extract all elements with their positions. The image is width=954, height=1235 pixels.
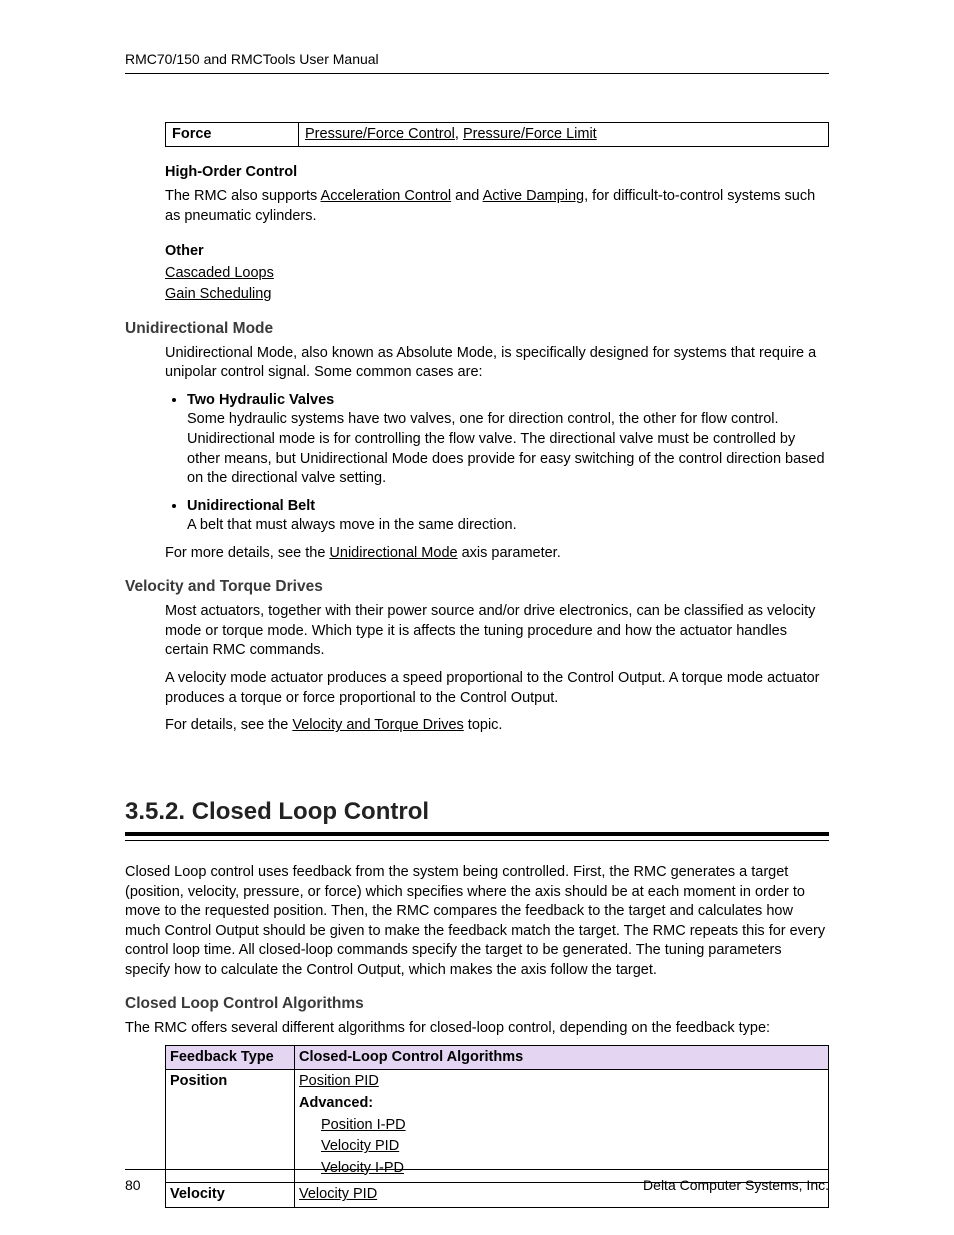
link-pressure-force-limit[interactable]: Pressure/Force Limit [463,126,597,142]
case-two-valves: Two Hydraulic Valves Some hydraulic syst… [187,391,829,489]
force-table: Force Pressure/Force Control, Pressure/F… [165,122,829,148]
other-heading: Other [165,242,829,262]
algo-th-feedback: Feedback Type [166,1045,295,1070]
footer-rule [125,1169,829,1170]
high-order-heading: High-Order Control [165,163,829,183]
advanced-label: Advanced: [299,1094,824,1114]
running-header: RMC70/150 and RMCTools User Manual [125,50,829,69]
link-active-damping[interactable]: Active Damping [483,188,585,204]
velocity-torque-p3: For details, see the Velocity and Torque… [165,716,829,736]
force-row-label: Force [166,122,299,147]
link-velocity-pid[interactable]: Velocity PID [321,1138,399,1154]
footer-company: Delta Computer Systems, Inc. [643,1176,829,1195]
link-position-ipd[interactable]: Position I-PD [321,1117,406,1133]
unidirectional-cases: Two Hydraulic Valves Some hydraulic syst… [165,391,829,536]
section-heading: 3.5.2. Closed Loop Control [125,796,829,828]
velocity-torque-p2: A velocity mode actuator produces a spee… [165,669,829,708]
page-footer: 80 Delta Computer Systems, Inc. [125,1162,829,1195]
unidirectional-more: For more details, see the Unidirectional… [165,544,829,564]
algo-heading: Closed Loop Control Algorithms [125,994,829,1015]
unidirectional-heading: Unidirectional Mode [125,319,829,340]
force-row-value: Pressure/Force Control, Pressure/Force L… [299,122,829,147]
section-rule [125,832,829,841]
case-belt: Unidirectional Belt A belt that must alw… [187,497,829,536]
link-pressure-force-control[interactable]: Pressure/Force Control [305,126,455,142]
case-belt-body: A belt that must always move in the same… [187,517,517,533]
link-cascaded-loops[interactable]: Cascaded Loops [165,265,274,281]
case-two-valves-body: Some hydraulic systems have two valves, … [187,411,825,486]
link-position-pid[interactable]: Position PID [299,1073,379,1089]
velocity-torque-heading: Velocity and Torque Drives [125,577,829,598]
high-order-paragraph: The RMC also supports Acceleration Contr… [165,187,829,226]
link-unidirectional-mode[interactable]: Unidirectional Mode [329,545,457,561]
unidirectional-intro: Unidirectional Mode, also known as Absol… [165,344,829,383]
link-gain-scheduling[interactable]: Gain Scheduling [165,286,271,302]
link-velocity-torque-drives[interactable]: Velocity and Torque Drives [292,717,463,733]
case-two-valves-head: Two Hydraulic Valves [187,392,334,408]
closed-loop-intro: Closed Loop control uses feedback from t… [125,863,829,980]
algo-th-algos: Closed-Loop Control Algorithms [295,1045,829,1070]
velocity-torque-p1: Most actuators, together with their powe… [165,602,829,661]
case-belt-head: Unidirectional Belt [187,498,315,514]
algo-intro: The RMC offers several different algorit… [125,1019,829,1039]
link-acceleration-control[interactable]: Acceleration Control [321,188,452,204]
page-number: 80 [125,1176,141,1195]
